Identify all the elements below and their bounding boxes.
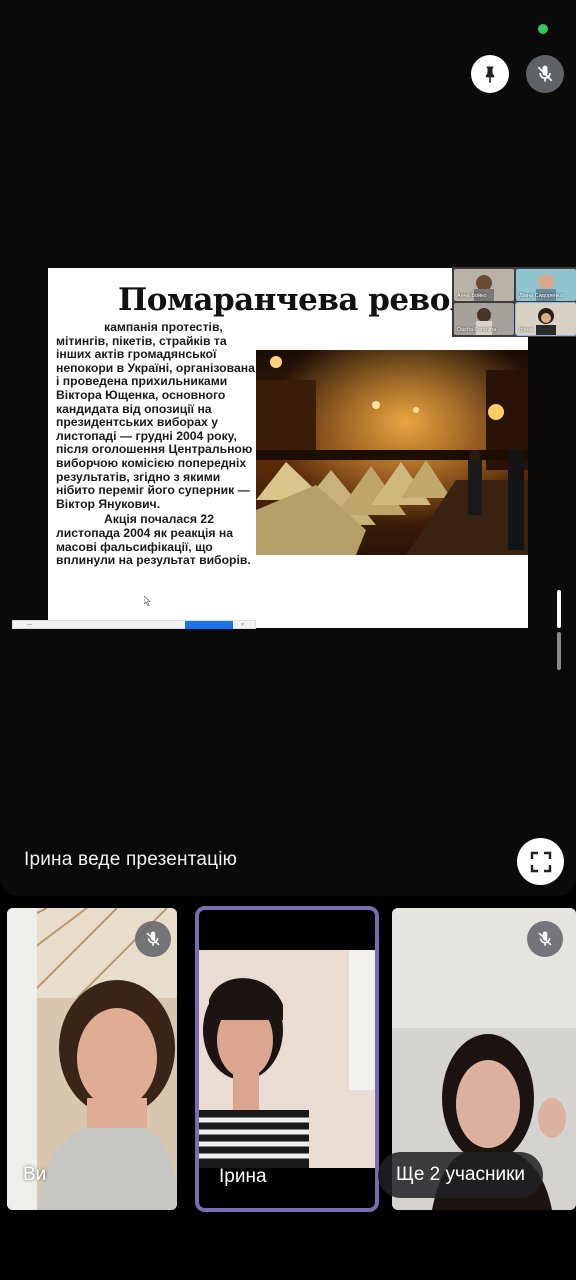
tile-name: Ірина: [219, 1166, 267, 1187]
presenter-status: Ірина веде презентацію: [24, 849, 238, 870]
cookie-text: —: [27, 622, 32, 628]
slide-paragraph-1: кампанія протестів, мітингів, пікетів, с…: [56, 320, 255, 511]
tile-mute-indicator: [135, 921, 171, 957]
mini-tile-name: Анна Бойко: [457, 293, 487, 299]
scroll-indicator[interactable]: [557, 632, 561, 670]
status-dot: [538, 24, 548, 34]
cookie-dismiss[interactable]: ×: [241, 621, 244, 629]
mini-tile[interactable]: Ірина: [515, 302, 576, 336]
cookie-banner: — ×: [12, 620, 256, 629]
tile-name: Ви: [23, 1164, 47, 1185]
slide-text: кампанія протестів, мітингів, пікетів, с…: [56, 320, 260, 568]
mini-tile-name: Dasha Pershina: [457, 327, 497, 333]
participant-mini-grid[interactable]: Анна Бойко Діана Сидоренко Dasha Pershin…: [452, 267, 576, 337]
mouse-cursor-icon: [144, 596, 151, 606]
mini-tile-name: Ірина: [519, 327, 533, 333]
cookie-accept-button[interactable]: [185, 621, 233, 629]
fullscreen-button[interactable]: [517, 838, 564, 885]
presentation-stage: Помаранчева революція кампанія протестів…: [0, 0, 576, 896]
mini-tile[interactable]: Анна Бойко: [454, 269, 514, 301]
more-participants-button[interactable]: Ще 2 учасники: [378, 1152, 544, 1198]
mic-off-icon: [538, 931, 552, 946]
tile-mute-indicator: [527, 921, 563, 957]
mic-off-icon: [146, 931, 160, 946]
mini-tile[interactable]: Діана Сидоренко: [516, 269, 576, 301]
participant-tile-iryna[interactable]: Ірина: [195, 906, 379, 1212]
participant-tile-you[interactable]: Ви: [7, 908, 177, 1210]
pin-button[interactable]: [471, 55, 509, 93]
pin-icon: [485, 66, 495, 84]
mini-tile[interactable]: Dasha Pershina: [454, 303, 514, 335]
mute-status-button[interactable]: [526, 55, 564, 93]
mini-tile-name: Діана Сидоренко: [519, 293, 563, 299]
slide-paragraph-2: Акція почалася 22 листопада 2004 як реак…: [56, 512, 251, 568]
mic-off-icon: [537, 65, 553, 82]
scroll-indicator-active[interactable]: [557, 590, 561, 628]
more-participants-label: Ще 2 учасники: [396, 1164, 526, 1185]
protest-photo: [256, 350, 528, 555]
fullscreen-icon: [530, 851, 551, 872]
